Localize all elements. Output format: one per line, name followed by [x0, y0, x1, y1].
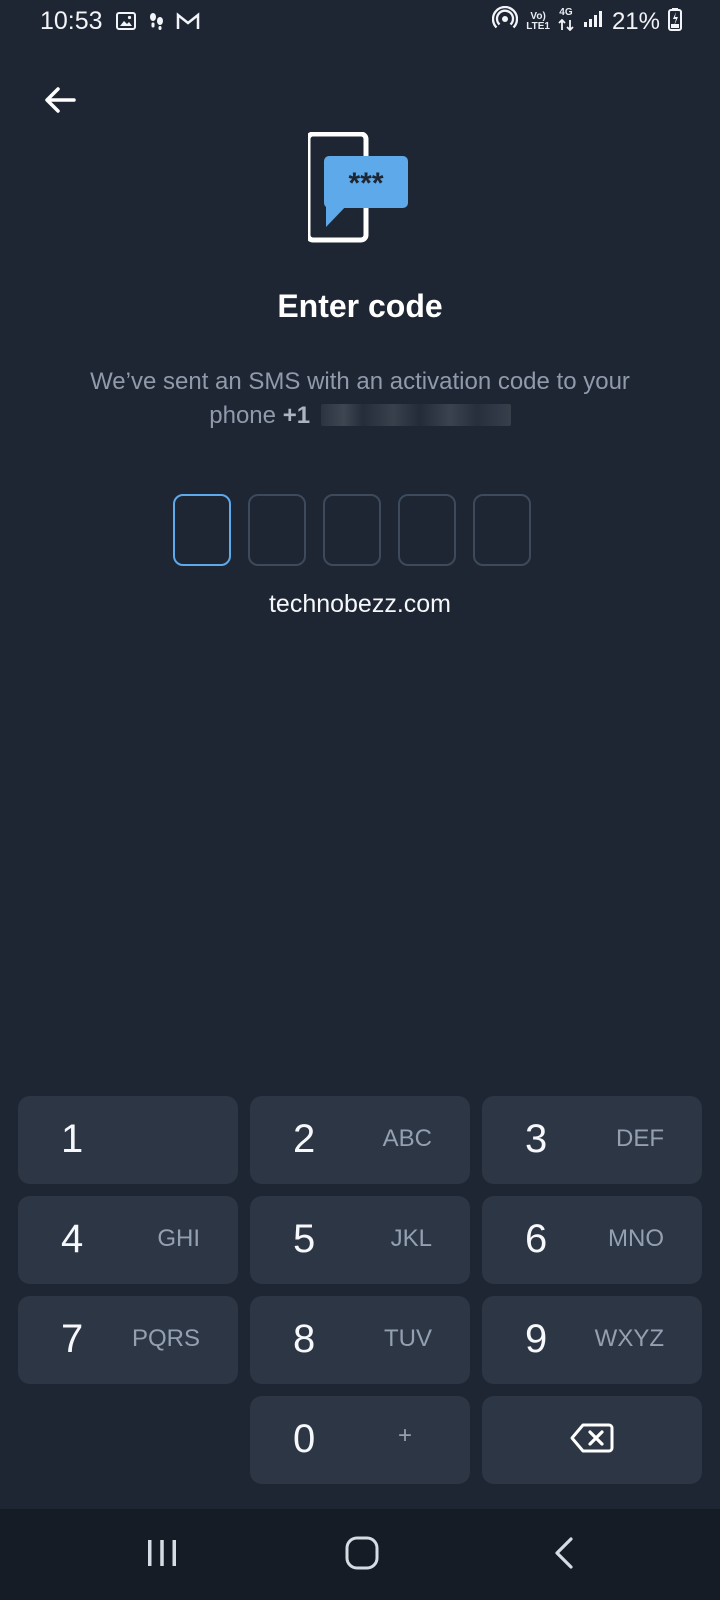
code-input-row [173, 494, 547, 568]
sms-instructions: We’ve sent an SMS with an activation cod… [60, 365, 660, 433]
enter-code-screen: 10:53 Vo) LTE1 4G 21% *** Enter code We’… [0, 0, 720, 1600]
key-4-letters: GHI [157, 1225, 200, 1252]
battery-percentage: 21% [611, 7, 660, 35]
battery-icon [668, 7, 682, 36]
system-back-button[interactable] [534, 1527, 594, 1583]
key-8-digit: 8 [293, 1317, 316, 1361]
code-digit-input-3[interactable] [323, 494, 381, 566]
walking-icon [145, 10, 167, 37]
recent-apps-icon [146, 1537, 178, 1574]
arrow-left-icon [43, 85, 77, 120]
watermark-text: technobezz.com [268, 590, 452, 618]
status-time: 10:53 [40, 7, 103, 35]
key-5-letters: JKL [390, 1225, 432, 1252]
key-4-digit: 4 [61, 1217, 84, 1261]
numeric-keypad: 1 2 ABC 3 DEF 4 GHI 5 JKL 6 MNO 7 PQRS 8 [18, 1096, 702, 1486]
back-icon [552, 1536, 576, 1575]
code-digit-input-1[interactable] [173, 494, 231, 566]
system-navigation-bar [0, 1509, 720, 1600]
signal-icon [582, 9, 604, 34]
key-5-digit: 5 [293, 1217, 316, 1261]
key-2-letters: ABC [382, 1125, 432, 1152]
code-digit-input-2[interactable] [248, 494, 306, 566]
status-right-icons: Vo) LTE1 4G 21% [492, 5, 682, 37]
key-9-digit: 9 [525, 1317, 548, 1361]
key-1-digit: 1 [61, 1117, 84, 1161]
key-8-letters: TUV [384, 1325, 432, 1352]
key-4[interactable]: 4 GHI [18, 1196, 238, 1284]
key-5[interactable]: 5 JKL [250, 1196, 470, 1284]
home-button[interactable] [332, 1527, 392, 1583]
status-left-icons [116, 10, 200, 37]
key-9-letters: WXYZ [594, 1325, 664, 1352]
key-3-letters: DEF [616, 1125, 664, 1152]
status-bar: 10:53 Vo) LTE1 4G 21% [0, 0, 720, 44]
key-3[interactable]: 3 DEF [482, 1096, 702, 1184]
sms-code-icon: *** [305, 131, 416, 248]
key-3-digit: 3 [525, 1117, 548, 1161]
volte-icon: Vo) LTE1 [526, 10, 550, 32]
key-7-digit: 7 [61, 1317, 84, 1361]
page-title: Enter code [277, 288, 443, 324]
key-0[interactable]: 0 + [250, 1396, 470, 1484]
key-7[interactable]: 7 PQRS [18, 1296, 238, 1384]
home-icon [344, 1535, 380, 1576]
key-8[interactable]: 8 TUV [250, 1296, 470, 1384]
image-icon [116, 11, 136, 36]
phone-number-prefix: +1 [282, 402, 311, 429]
key-9[interactable]: 9 WXYZ [482, 1296, 702, 1384]
key-0-digit: 0 [293, 1417, 316, 1461]
sms-instructions-text: We’ve sent an SMS with an activation cod… [90, 368, 630, 395]
sms-instructions-phone-label: phone [209, 402, 277, 429]
key-6-digit: 6 [525, 1217, 548, 1261]
backspace-icon [569, 1422, 615, 1459]
sms-code-mask: *** [348, 167, 383, 200]
code-digit-input-5[interactable] [473, 494, 531, 566]
key-2-digit: 2 [293, 1117, 316, 1161]
phone-number-mask [320, 404, 511, 426]
key-6-letters: MNO [608, 1225, 664, 1252]
code-digit-input-4[interactable] [398, 494, 456, 566]
key-7-letters: PQRS [131, 1325, 200, 1352]
recent-apps-button[interactable] [132, 1527, 192, 1583]
key-0-plus: + [397, 1422, 412, 1449]
4g-icon: 4G [558, 7, 574, 36]
hotspot-icon [492, 5, 519, 37]
key-6[interactable]: 6 MNO [482, 1196, 702, 1284]
gmail-icon [176, 12, 200, 35]
key-1[interactable]: 1 [18, 1096, 238, 1184]
key-2[interactable]: 2 ABC [250, 1096, 470, 1184]
back-button[interactable] [36, 82, 84, 122]
backspace-button[interactable] [482, 1396, 702, 1484]
